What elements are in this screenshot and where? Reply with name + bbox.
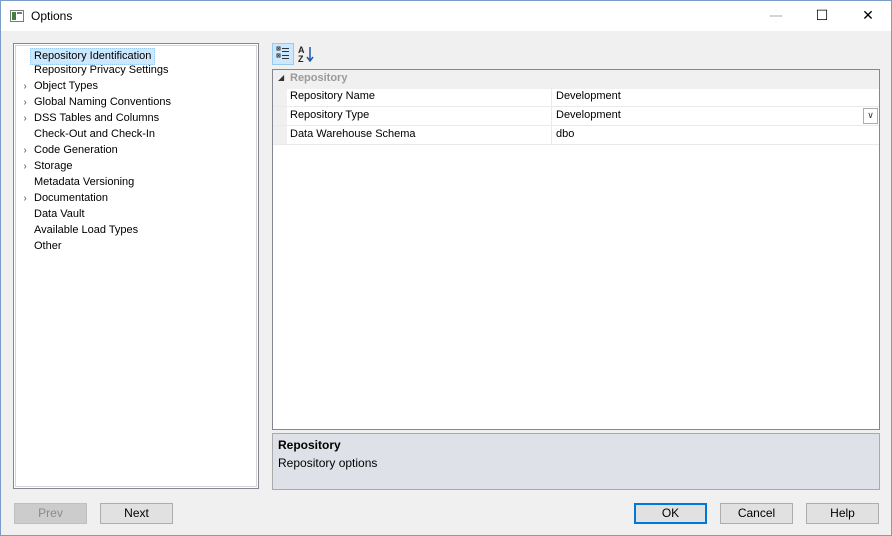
- property-name: Repository Name: [290, 90, 375, 102]
- row-gutter: [273, 88, 287, 106]
- tree-item-label: Object Types: [34, 80, 98, 92]
- tree-item-global-naming-conventions[interactable]: › Global Naming Conventions: [23, 95, 171, 110]
- property-value[interactable]: Development: [556, 90, 621, 102]
- tree-item-object-types[interactable]: › Object Types: [23, 79, 98, 94]
- app-icon: [10, 10, 24, 22]
- tree-item-documentation[interactable]: › Documentation: [23, 191, 108, 206]
- chevron-right-icon[interactable]: ›: [20, 159, 30, 174]
- property-row-data-warehouse-schema[interactable]: Data Warehouse Schema dbo: [273, 126, 879, 145]
- maximize-button[interactable]: ☐: [799, 1, 845, 31]
- property-grid[interactable]: ◢ Repository Repository Name Development…: [272, 69, 880, 430]
- prev-button[interactable]: Prev: [14, 503, 87, 524]
- sort-alphabetical-icon: A Z: [298, 45, 314, 64]
- alphabetical-view-button[interactable]: A Z: [295, 43, 317, 65]
- chevron-right-icon[interactable]: ›: [20, 111, 30, 126]
- row-gutter: [273, 126, 287, 144]
- tree-item-other[interactable]: Other: [34, 239, 62, 254]
- description-title: Repository: [278, 438, 341, 452]
- tree-item-label: Data Vault: [34, 208, 85, 220]
- tree-item-check-out-and-check-in[interactable]: Check-Out and Check-In: [34, 127, 155, 142]
- property-value[interactable]: dbo: [556, 128, 574, 140]
- close-button[interactable]: ✕: [845, 1, 891, 31]
- categorized-icon: [276, 46, 289, 59]
- tree-item-label: Available Load Types: [34, 224, 139, 236]
- column-divider: [551, 126, 552, 144]
- chevron-right-icon[interactable]: ›: [20, 191, 30, 206]
- options-tree[interactable]: Repository Identification Repository Pri…: [13, 43, 259, 489]
- categorized-view-button[interactable]: [272, 43, 294, 65]
- tree-item-metadata-versioning[interactable]: Metadata Versioning: [34, 175, 134, 190]
- property-name: Data Warehouse Schema: [290, 128, 416, 140]
- tree-item-repository-identification[interactable]: Repository Identification: [30, 48, 156, 65]
- window-title: Options: [31, 9, 73, 23]
- tree-item-label: Other: [34, 240, 62, 252]
- chevron-right-icon[interactable]: ›: [20, 95, 30, 110]
- tree-item-label: Code Generation: [34, 144, 118, 156]
- collapse-icon[interactable]: ◢: [278, 73, 284, 82]
- tree-item-dss-tables-and-columns[interactable]: › DSS Tables and Columns: [23, 111, 160, 126]
- tree-item-repository-privacy-settings[interactable]: Repository Privacy Settings: [34, 63, 169, 78]
- column-divider: [551, 107, 552, 125]
- minimize-button[interactable]: —: [753, 1, 799, 31]
- tree-item-label: Check-Out and Check-In: [34, 128, 156, 140]
- tree-item-available-load-types[interactable]: Available Load Types: [34, 223, 138, 238]
- svg-text:Z: Z: [298, 54, 304, 64]
- column-divider: [551, 88, 552, 106]
- category-label: Repository: [290, 72, 348, 84]
- tree-item-label: Metadata Versioning: [34, 176, 135, 188]
- cancel-button[interactable]: Cancel: [720, 503, 793, 524]
- tree-item-storage[interactable]: › Storage: [23, 159, 73, 174]
- property-name: Repository Type: [290, 109, 370, 121]
- ok-button[interactable]: OK: [634, 503, 707, 524]
- tree-item-label: Repository Privacy Settings: [34, 64, 169, 76]
- property-row-repository-type[interactable]: Repository Type Development ∨: [273, 107, 879, 126]
- help-button[interactable]: Help: [806, 503, 879, 524]
- tree-item-data-vault[interactable]: Data Vault: [34, 207, 85, 222]
- property-value[interactable]: Development: [556, 109, 621, 121]
- chevron-right-icon[interactable]: ›: [20, 79, 30, 94]
- chevron-right-icon[interactable]: ›: [20, 143, 30, 158]
- category-row-repository[interactable]: ◢ Repository: [273, 70, 879, 89]
- next-button[interactable]: Next: [100, 503, 173, 524]
- property-row-repository-name[interactable]: Repository Name Development: [273, 88, 879, 107]
- description-text: Repository options: [278, 456, 378, 470]
- description-panel: Repository Repository options: [272, 433, 880, 490]
- options-dialog: Options — ☐ ✕ Repository Identification …: [0, 0, 892, 536]
- tree-item-label: Global Naming Conventions: [34, 96, 171, 108]
- chevron-down-icon[interactable]: ∨: [863, 108, 878, 124]
- title-bar[interactable]: Options — ☐ ✕: [1, 1, 891, 31]
- tree-item-label: Documentation: [34, 192, 108, 204]
- row-gutter: [273, 107, 287, 125]
- tree-item-code-generation[interactable]: › Code Generation: [23, 143, 118, 158]
- tree-item-label: DSS Tables and Columns: [34, 112, 160, 124]
- tree-item-label: Storage: [34, 160, 73, 172]
